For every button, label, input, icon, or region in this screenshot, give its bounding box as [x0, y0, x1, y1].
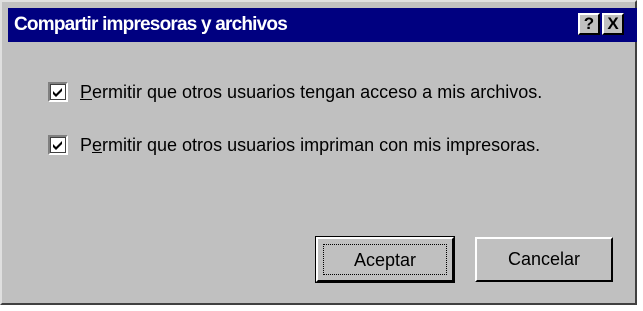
share-printers-label[interactable]: Permitir que otros usuarios impriman con… [80, 133, 540, 157]
checkmark-icon [53, 141, 62, 150]
close-button[interactable]: X [602, 13, 624, 35]
ok-button-label: Aceptar [353, 250, 417, 270]
cancel-button-label: Cancelar [507, 249, 581, 269]
share-printers-checkbox[interactable] [48, 135, 68, 155]
title-bar[interactable]: Compartir impresoras y archivos ? X [8, 8, 637, 42]
cancel-button[interactable]: Cancelar [475, 237, 613, 282]
share-files-checkbox[interactable] [48, 82, 68, 102]
ok-button-focus-rect: Aceptar [323, 244, 447, 275]
share-files-label[interactable]: Permitir que otros usuarios tengan acces… [80, 80, 542, 104]
help-icon: ? [583, 14, 595, 33]
help-button[interactable]: ? [578, 13, 600, 35]
dialog-title: Compartir impresoras y archivos [14, 14, 288, 35]
close-icon: X [607, 14, 619, 33]
ok-button[interactable]: Aceptar [315, 236, 455, 283]
checkmark-icon [53, 88, 62, 97]
